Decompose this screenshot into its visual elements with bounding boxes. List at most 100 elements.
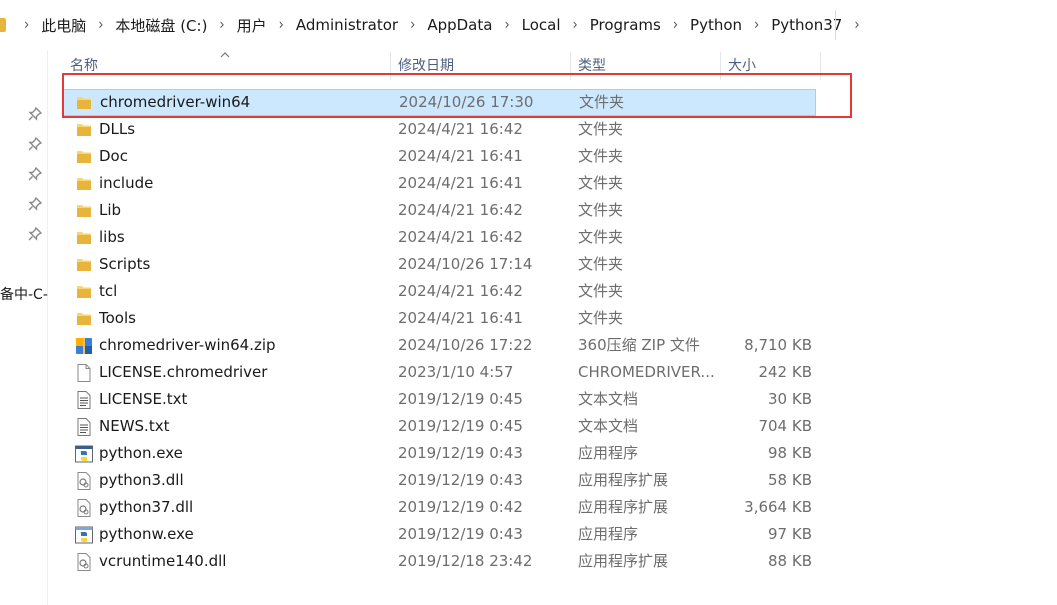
chevron-right-icon[interactable]: › — [209, 16, 234, 34]
folder-icon — [74, 120, 94, 140]
file-row[interactable]: Lib 2024/4/21 16:42 文件夹 — [62, 197, 822, 224]
folder-icon — [0, 18, 6, 32]
file-name: python37.dll — [99, 498, 194, 516]
file-row[interactable]: tcl 2024/4/21 16:42 文件夹 — [62, 278, 822, 305]
file-row[interactable]: pythonw.exe 2019/12/19 0:43 应用程序 97 KB — [62, 521, 822, 548]
file-row[interactable]: include 2024/4/21 16:41 文件夹 — [62, 170, 822, 197]
file-size — [723, 90, 813, 117]
chevron-right-icon[interactable]: › — [14, 16, 39, 34]
file-type: 应用程序 — [578, 525, 639, 543]
file-name: LICENSE.chromedriver — [99, 363, 268, 381]
file-row[interactable]: python37.dll 2019/12/19 0:42 应用程序扩展 3,664 K… — [62, 494, 822, 521]
file-modified-date: 2024/4/21 16:41 — [398, 309, 523, 327]
file-row[interactable]: DLLs 2024/4/21 16:42 文件夹 — [62, 116, 822, 143]
file-type: 文件夹 — [578, 147, 624, 165]
folder-icon — [74, 174, 94, 194]
file-modified-date: 2019/12/18 23:42 — [398, 552, 533, 570]
breadcrumb-item[interactable]: Local — [520, 16, 563, 34]
breadcrumb[interactable]: › 此电脑 › 本地磁盘 (C:) › 用户 › Administrator › AppData ›… — [0, 10, 860, 40]
navigation-pane[interactable] — [0, 50, 48, 605]
file-name: NEWS.txt — [99, 417, 170, 435]
chevron-right-icon[interactable]: › — [400, 16, 425, 34]
file-name: DLLs — [99, 120, 136, 138]
pin-icon[interactable] — [28, 137, 42, 151]
folder-icon — [74, 147, 94, 167]
chevron-right-icon[interactable]: › — [494, 16, 519, 34]
file-type: 应用程序 — [578, 444, 639, 462]
file-row[interactable]: vcruntime140.dll 2019/12/18 23:42 应用程序扩展 88… — [62, 548, 822, 575]
file-size: 30 KB — [768, 390, 812, 408]
file-name: python3.dll — [99, 471, 184, 489]
file-row[interactable]: NEWS.txt 2019/12/19 0:45 文本文档 704 KB — [62, 413, 822, 440]
file-type: 文本文档 — [578, 390, 639, 408]
file-row[interactable]: Scripts 2024/10/26 17:14 文件夹 — [62, 251, 822, 278]
chevron-right-icon[interactable]: › — [563, 16, 588, 34]
file-modified-date: 2019/12/19 0:45 — [398, 417, 523, 435]
file-type: 文件夹 — [579, 93, 625, 111]
file-row[interactable]: LICENSE.chromedriver 2023/1/10 4:57 CHROME… — [62, 359, 822, 386]
file-row[interactable]: LICENSE.txt 2019/12/19 0:45 文本文档 30 KB — [62, 386, 822, 413]
text-file-icon — [74, 417, 94, 437]
file-size: 97 KB — [768, 525, 812, 543]
navigation-pane-border — [47, 50, 48, 605]
file-modified-date: 2024/4/21 16:42 — [398, 282, 523, 300]
breadcrumb-item[interactable]: Python — [688, 16, 744, 34]
file-type: 应用程序扩展 — [578, 552, 669, 570]
chevron-right-icon[interactable]: › — [269, 16, 294, 34]
file-size — [722, 143, 812, 170]
file-size — [722, 224, 812, 251]
address-bar-divider — [835, 10, 836, 40]
file-name: Doc — [99, 147, 128, 165]
file-name: libs — [99, 228, 125, 246]
breadcrumb-item[interactable]: Programs — [588, 16, 663, 34]
file-modified-date: 2024/10/26 17:22 — [398, 336, 533, 354]
breadcrumb-item[interactable]: Python37 — [769, 16, 844, 34]
column-header-date[interactable]: 修改日期 — [390, 50, 570, 82]
blank-file-icon — [74, 363, 94, 383]
file-name: tcl — [99, 282, 118, 300]
chevron-right-icon[interactable]: › — [744, 16, 769, 34]
folder-icon — [74, 93, 94, 113]
file-modified-date: 2019/12/19 0:42 — [398, 498, 523, 516]
file-size — [722, 197, 812, 224]
address-bar: › 此电脑 › 本地磁盘 (C:) › 用户 › Administrator › AppData ›… — [0, 0, 1057, 50]
breadcrumb-item[interactable]: AppData — [425, 16, 494, 34]
file-name: python.exe — [99, 444, 183, 462]
file-size: 88 KB — [768, 552, 812, 570]
folder-icon — [74, 309, 94, 329]
text-file-icon — [74, 390, 94, 410]
nav-item-label[interactable]: 备中-C- — [0, 284, 48, 304]
file-size: 98 KB — [768, 444, 812, 462]
file-row[interactable]: chromedriver-win64 2024/10/26 17:30 文件夹 — [62, 89, 816, 116]
file-type: 文本文档 — [578, 417, 639, 435]
breadcrumb-item[interactable]: 用户 — [235, 15, 269, 36]
column-divider[interactable] — [820, 52, 821, 80]
file-size: 58 KB — [768, 471, 812, 489]
column-header-type[interactable]: 类型 — [570, 50, 720, 82]
file-row[interactable]: libs 2024/4/21 16:42 文件夹 — [62, 224, 822, 251]
pin-icon[interactable] — [28, 227, 42, 241]
file-name: LICENSE.txt — [99, 390, 188, 408]
file-row[interactable]: Doc 2024/4/21 16:41 文件夹 — [62, 143, 822, 170]
file-size — [722, 116, 812, 143]
file-row[interactable]: python3.dll 2019/12/19 0:43 应用程序扩展 58 KB — [62, 467, 822, 494]
pin-icon[interactable] — [28, 107, 42, 121]
file-name: vcruntime140.dll — [99, 552, 227, 570]
file-row[interactable]: Tools 2024/4/21 16:41 文件夹 — [62, 305, 822, 332]
pin-icon[interactable] — [28, 167, 42, 181]
file-row[interactable]: chromedriver-win64.zip 2024/10/26 17:22 36… — [62, 332, 822, 359]
column-header-name[interactable]: 名称 — [62, 50, 390, 82]
file-row[interactable]: python.exe 2019/12/19 0:43 应用程序 98 KB — [62, 440, 822, 467]
file-name: chromedriver-win64 — [100, 93, 251, 111]
file-type: 文件夹 — [578, 174, 624, 192]
chevron-right-icon[interactable]: › — [88, 16, 113, 34]
pin-icon[interactable] — [28, 197, 42, 211]
breadcrumb-item[interactable]: 此电脑 — [39, 15, 88, 36]
breadcrumb-item[interactable]: Administrator — [294, 16, 400, 34]
breadcrumb-item[interactable]: 本地磁盘 (C:) — [113, 15, 209, 36]
file-size — [722, 278, 812, 305]
column-header-size[interactable]: 大小 — [720, 50, 820, 82]
chevron-right-icon[interactable]: › — [663, 16, 688, 34]
chevron-right-icon[interactable]: › — [844, 16, 869, 34]
file-type: 应用程序扩展 — [578, 498, 669, 516]
